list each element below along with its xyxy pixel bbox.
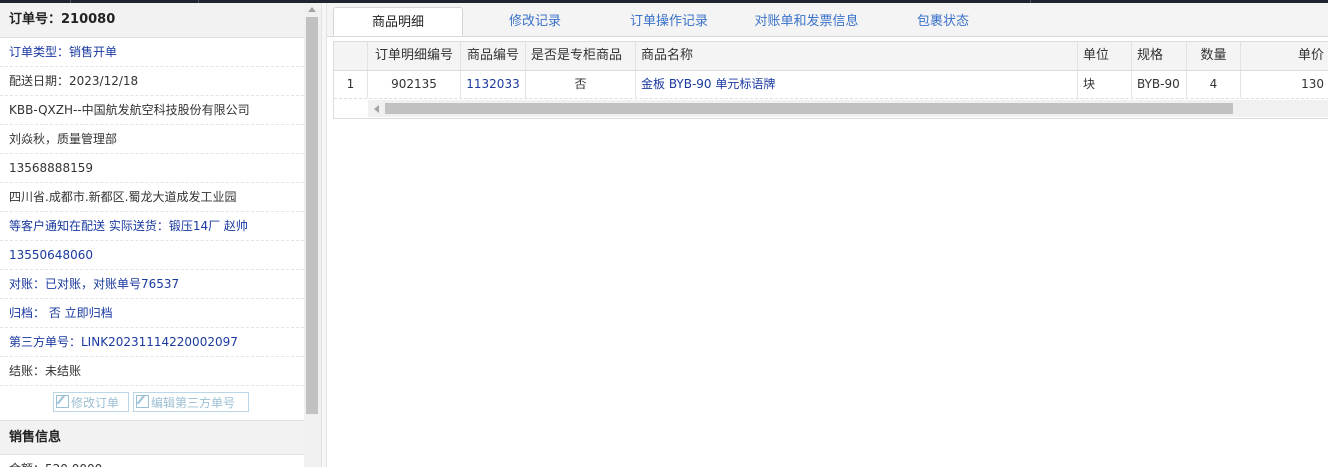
archive-now-link[interactable]: 立即归档 [65,306,113,320]
reconcile-status: 对账：已对账，对账单号76537 [0,270,304,299]
tab-statement-invoice[interactable]: 对账单和发票信息 [734,7,879,36]
table-row[interactable]: 1 902135 1132033 否 金板 BYB-90 单元标语牌 块 BYB… [334,71,1328,99]
header-is-counter[interactable]: 是否是专柜商品 [526,42,636,70]
sales-info-title: 销售信息 [0,421,304,455]
header-spec[interactable]: 规格 [1132,42,1187,70]
order-number-title: 订单号：210080 [0,3,304,38]
tab-modify-records[interactable]: 修改记录 [470,7,600,36]
is-counter: 否 [526,71,636,98]
header-detail-no[interactable]: 订单明细编号 [368,42,461,70]
tab-package-status[interactable]: 包裹状态 [883,7,1003,36]
archive-status: 归档： 否 立即归档 [0,299,304,328]
scroll-up-arrow-icon[interactable] [308,7,316,12]
product-name-link[interactable]: 金板 BYB-90 单元标语牌 [636,71,1078,98]
order-type: 订单类型：销售开单 [0,38,304,67]
edit-third-party-button[interactable]: 编辑第三方单号 [133,392,249,412]
grid-header: 订单明细编号 商品编号 是否是专柜商品 商品名称 单位 规格 数量 单价 [334,42,1328,71]
order-actions: 修改订单 编辑第三方单号 [0,386,304,421]
spec: BYB-90 [1132,71,1187,98]
scroll-left-arrow-icon[interactable] [374,105,379,113]
delivery-address: 四川省.成都市.新都区.蜀龙大道成发工业园 [0,183,304,212]
edit-icon [56,395,69,408]
unit-price: 130 [1301,77,1324,91]
product-detail-grid: 订单明细编号 商品编号 是否是专柜商品 商品名称 单位 规格 数量 单价 1 9… [333,41,1328,119]
tab-order-operation-records[interactable]: 订单操作记录 [604,7,734,36]
header-row-number [334,42,368,70]
settlement-status: 结账：未结账 [0,357,304,386]
contact-phone: 13568888159 [0,154,304,183]
order-info-panel: 订单号：210080 订单类型：销售开单 配送日期：2023/12/18 KBB… [0,3,304,467]
contact-person: 刘焱秋，质量管理部 [0,125,304,154]
delivery-note: 等客户通知在配送 实际送货：锻压14厂 赵帅 [0,212,304,241]
detail-no: 902135 [368,71,461,98]
left-panel-scrollbar[interactable] [304,3,321,467]
customer-name: KBB-QXZH--中国航发航空科技股份有限公司 [0,96,304,125]
delivery-date: 配送日期：2023/12/18 [0,67,304,96]
sales-amount: 金额：520.0000 [0,455,304,467]
tab-product-details[interactable]: 商品明细 [333,7,463,36]
grid-horizontal-scrollbar[interactable] [368,100,1328,117]
horizontal-scrollbar-thumb[interactable] [385,103,1233,114]
header-quantity[interactable]: 数量 [1187,42,1241,70]
archive-label: 归档： 否 [9,306,65,320]
scrollbar-thumb[interactable] [306,17,318,414]
header-product-no[interactable]: 商品编号 [461,42,526,70]
panel-splitter[interactable] [321,3,327,467]
edit-icon [136,395,149,408]
header-unit-price[interactable]: 单价 [1241,42,1328,70]
modify-order-button[interactable]: 修改订单 [53,392,129,412]
detail-tabs: 商品明细 修改记录 订单操作记录 对账单和发票信息 包裹状态 [327,3,1328,37]
modify-order-label: 修改订单 [71,396,120,410]
delivery-note-phone: 13550648060 [0,241,304,270]
row-number: 1 [334,71,368,98]
product-no-link[interactable]: 1132033 [461,71,526,98]
unit: 块 [1078,71,1132,98]
third-party-number: 第三方单号：LINK20231114220002097 [0,328,304,357]
edit-third-party-label: 编辑第三方单号 [151,396,236,410]
header-product-name[interactable]: 商品名称 [636,42,1078,70]
quantity: 4 [1187,71,1241,98]
header-unit[interactable]: 单位 [1078,42,1132,70]
